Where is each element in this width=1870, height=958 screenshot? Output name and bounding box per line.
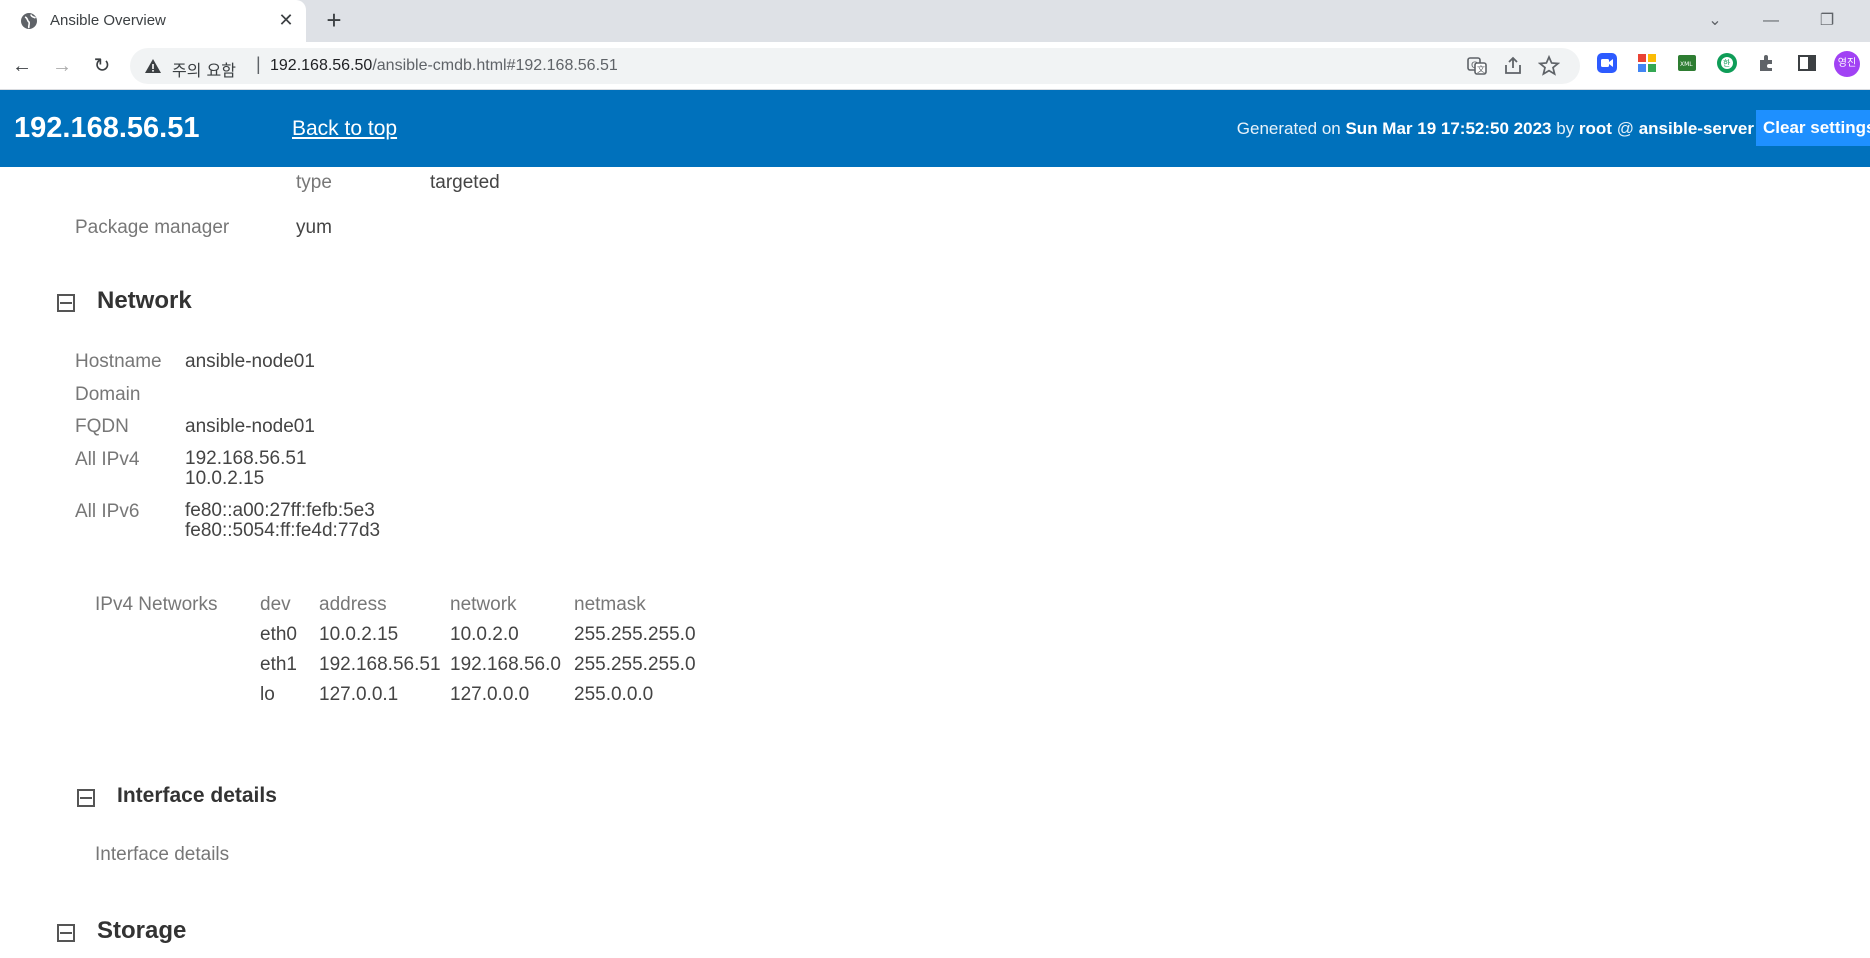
package-manager-value: yum (296, 217, 332, 238)
generated-user: root (1578, 119, 1612, 138)
page-header: 192.168.56.51 Back to top Generated on S… (0, 90, 1870, 167)
warning-icon (145, 59, 161, 73)
ipv4-networks-label: IPv4 Networks (95, 594, 218, 615)
browser-tab[interactable]: Ansible Overview ✕ (0, 0, 306, 42)
selinux-type-value: targeted (430, 172, 500, 193)
hostname-value: ansible-node01 (185, 351, 315, 372)
tab-close-icon[interactable]: ✕ (276, 10, 296, 30)
table-cell-dev: eth0 (260, 624, 297, 645)
clear-settings-button[interactable]: Clear settings (1756, 110, 1870, 146)
table-cell-network: 127.0.0.0 (450, 684, 530, 705)
table-cell-netmask: 255.255.255.0 (574, 654, 696, 675)
generated-prefix: Generated on (1236, 119, 1341, 138)
column-header-network: network (450, 594, 517, 615)
interface-details-title: Interface details (117, 784, 277, 807)
selinux-type-key: type (296, 172, 332, 193)
all-ipv4-value-1: 192.168.56.51 (185, 448, 307, 469)
storage-collapse-icon[interactable] (57, 924, 75, 942)
translator-extension-icon[interactable]: 한 (1716, 52, 1738, 74)
google-extension-icon[interactable] (1636, 52, 1658, 74)
all-ipv6-value-2: fe80::5054:ff:fe4d:77d3 (185, 520, 381, 541)
extensions-puzzle-icon[interactable] (1756, 52, 1778, 74)
table-cell-netmask: 255.0.0.0 (574, 684, 654, 705)
back-arrow-icon[interactable]: ← (8, 52, 36, 80)
browser-toolbar: ← → ↻ 주의 요함 | 192.168.56.50/ansible-cmdb… (0, 42, 1870, 90)
table-cell-address: 192.168.56.51 (319, 654, 441, 675)
interface-details-collapse-icon[interactable] (77, 789, 95, 807)
all-ipv6-value-1: fe80::a00:27ff:fefb:5e3 (185, 500, 375, 521)
zoom-extension-icon[interactable] (1596, 52, 1618, 74)
browser-tab-strip: Ansible Overview ✕ + ⌄ — ❐ (0, 0, 1870, 42)
tab-title: Ansible Overview (50, 12, 166, 29)
profile-avatar[interactable]: 영진 (1834, 51, 1860, 77)
generated-date: Sun Mar 19 17:52:50 2023 (1345, 119, 1552, 138)
column-header-netmask: netmask (574, 594, 646, 615)
bookmark-star-icon[interactable] (1538, 55, 1560, 77)
address-bar[interactable]: 주의 요함 | 192.168.56.50/ansible-cmdb.html#… (130, 48, 1580, 84)
all-ipv4-key: All IPv4 (75, 449, 140, 470)
hostname-key: Hostname (75, 351, 162, 372)
table-cell-netmask: 255.255.255.0 (574, 624, 696, 645)
domain-key: Domain (75, 384, 141, 405)
table-cell-network: 192.168.56.0 (450, 654, 561, 675)
tab-search-icon[interactable]: ⌄ (1700, 6, 1730, 36)
back-to-top-link[interactable]: Back to top (292, 117, 397, 141)
minimize-icon[interactable]: — (1756, 6, 1786, 36)
package-manager-key: Package manager (75, 217, 230, 238)
network-section-title: Network (97, 287, 192, 314)
generated-by: by (1556, 119, 1575, 138)
table-cell-address: 127.0.0.1 (319, 684, 399, 705)
new-tab-icon[interactable]: + (320, 7, 348, 35)
svg-text:XML: XML (1680, 61, 1693, 68)
restore-icon[interactable]: ❐ (1812, 6, 1842, 36)
generated-server: ansible-server (1638, 119, 1754, 138)
host-title: 192.168.56.51 (14, 112, 200, 144)
generated-at: @ (1616, 119, 1634, 138)
fqdn-value: ansible-node01 (185, 416, 315, 437)
reload-icon[interactable]: ↻ (88, 52, 116, 80)
url-text[interactable]: 192.168.56.50/ansible-cmdb.html#192.168.… (270, 57, 618, 75)
url-host: 192.168.56.50 (270, 57, 373, 74)
table-cell-network: 10.0.2.0 (450, 624, 519, 645)
svg-text:한: 한 (1723, 59, 1731, 68)
xml-extension-icon[interactable]: XML (1676, 52, 1698, 74)
generated-info: Generated on Sun Mar 19 17:52:50 2023 by… (1237, 119, 1754, 139)
url-path: /ansible-cmdb.html#192.168.56.51 (372, 57, 618, 74)
network-collapse-icon[interactable] (57, 294, 75, 312)
table-cell-dev: lo (260, 684, 275, 705)
storage-section-title: Storage (97, 917, 187, 944)
all-ipv6-key: All IPv6 (75, 501, 140, 522)
table-cell-address: 10.0.2.15 (319, 624, 399, 645)
interface-details-body: Interface details (95, 844, 230, 865)
table-cell-dev: eth1 (260, 654, 297, 675)
security-warning-text[interactable]: 주의 요함 (172, 57, 236, 81)
column-header-address: address (319, 594, 387, 615)
side-panel-icon[interactable] (1796, 52, 1818, 74)
all-ipv4-value-2: 10.0.2.15 (185, 468, 265, 489)
fqdn-key: FQDN (75, 416, 129, 437)
page-content: type targeted Package manager yum Networ… (0, 167, 1870, 958)
svg-text:文: 文 (1477, 64, 1485, 74)
url-separator: | (256, 54, 261, 74)
column-header-dev: dev (260, 594, 291, 615)
translate-icon[interactable]: G 文 (1466, 55, 1488, 77)
forward-arrow-icon[interactable]: → (48, 52, 76, 80)
share-icon[interactable] (1502, 55, 1524, 77)
globe-icon (21, 13, 37, 29)
